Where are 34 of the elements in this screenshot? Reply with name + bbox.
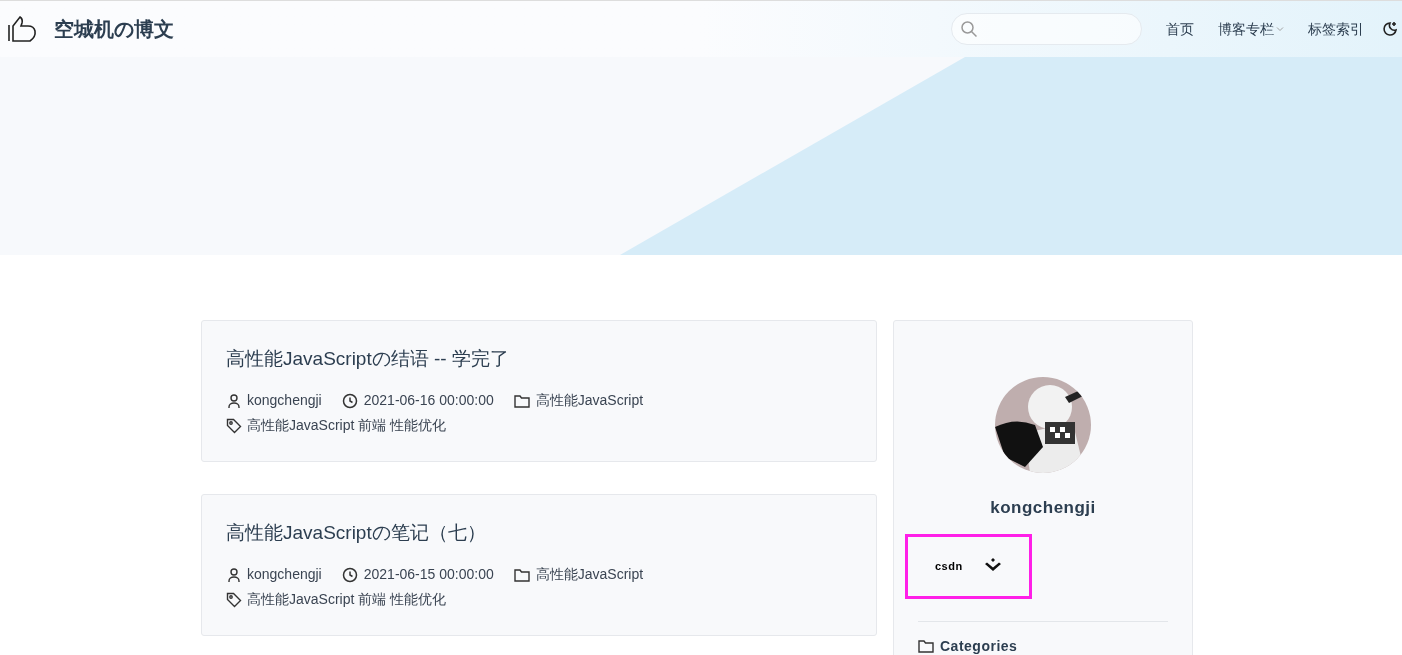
nav-link[interactable]: 首页 [1166,18,1194,40]
post-date: 2021-06-15 00:00:00 [363,565,494,584]
nav-link[interactable]: 标签索引 [1308,18,1364,40]
tag-icon [226,591,242,608]
post-tag[interactable]: 高性能JavaScript [247,415,355,436]
search-icon [960,20,978,38]
post-author[interactable]: kongchengji [247,390,322,411]
clock-icon [341,566,358,583]
post-tag[interactable]: 前端 [358,415,387,436]
nav-link[interactable]: 博客专栏 [1218,18,1284,40]
profile-name: kongchengji [990,497,1096,519]
clock-icon [341,392,358,409]
search-field[interactable] [951,13,1142,45]
csdn-link[interactable]: csdn [935,557,963,575]
post-tag[interactable]: 高性能JavaScript [247,589,355,610]
post-title[interactable]: 高性能JavaScriptの笔记（七） [226,519,852,547]
post-tag[interactable]: 性能优化 [390,589,447,610]
post-date: 2021-06-16 00:00:00 [363,391,494,410]
tag-icon [226,417,242,434]
user-icon [226,392,242,409]
post-category[interactable]: 高性能JavaScript [535,564,644,585]
folder-icon [918,639,934,653]
post-author[interactable]: kongchengji [247,564,322,585]
section-title: Categories [940,636,1018,655]
folder-icon [513,567,530,582]
post-tag[interactable]: 性能优化 [390,415,447,436]
moon-icon[interactable] [1382,21,1398,37]
post-category[interactable]: 高性能JavaScript [535,390,644,411]
folder-icon [513,393,530,408]
post-tag[interactable]: 前端 [358,589,387,610]
user-icon [226,566,242,583]
site-title[interactable]: 空城机の博文 [54,14,174,44]
post-title[interactable]: 高性能JavaScriptの结语 -- 学完了 [226,345,852,373]
thumbs-up-icon [8,15,37,43]
